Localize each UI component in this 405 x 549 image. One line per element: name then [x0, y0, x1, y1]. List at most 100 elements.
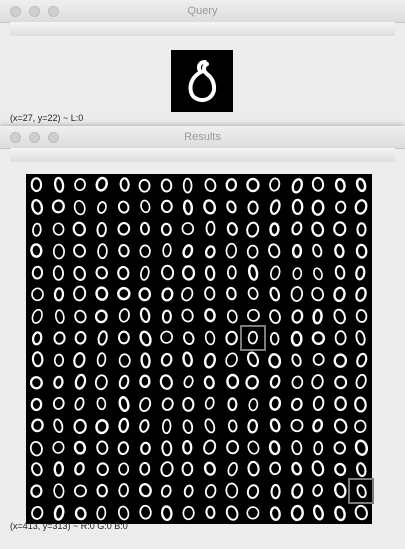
result-digit[interactable]	[286, 502, 308, 524]
result-digit[interactable]	[48, 327, 70, 349]
result-digit[interactable]	[307, 502, 329, 524]
result-digit[interactable]	[221, 283, 243, 305]
result-digit[interactable]	[221, 437, 243, 459]
result-digit[interactable]	[156, 480, 178, 502]
result-digit[interactable]	[113, 437, 135, 459]
result-digit[interactable]	[48, 458, 70, 480]
result-digit[interactable]	[307, 349, 329, 371]
result-digit[interactable]	[350, 415, 372, 437]
result-digit[interactable]	[48, 480, 70, 502]
result-digit[interactable]	[134, 196, 156, 218]
result-digit[interactable]	[286, 415, 308, 437]
result-digit[interactable]	[26, 371, 48, 393]
result-digit[interactable]	[329, 305, 351, 327]
result-digit[interactable]	[69, 327, 91, 349]
result-digit[interactable]	[199, 458, 221, 480]
result-digit[interactable]	[221, 240, 243, 262]
result-digit[interactable]	[69, 480, 91, 502]
result-digit[interactable]	[286, 283, 308, 305]
result-digit[interactable]	[113, 218, 135, 240]
title-bar[interactable]: Query	[0, 0, 405, 23]
result-digit[interactable]	[91, 437, 113, 459]
result-digit[interactable]	[113, 174, 135, 196]
result-digit[interactable]	[199, 262, 221, 284]
result-digit[interactable]	[134, 480, 156, 502]
result-digit[interactable]	[307, 240, 329, 262]
result-digit[interactable]	[286, 327, 308, 349]
result-digit[interactable]	[48, 283, 70, 305]
result-digit[interactable]	[113, 305, 135, 327]
result-digit[interactable]	[329, 327, 351, 349]
result-digit[interactable]	[221, 262, 243, 284]
result-digit[interactable]	[199, 283, 221, 305]
result-digit[interactable]	[69, 218, 91, 240]
result-digit[interactable]	[26, 480, 48, 502]
result-digit[interactable]	[91, 283, 113, 305]
result-digit[interactable]	[242, 393, 264, 415]
result-digit[interactable]	[69, 415, 91, 437]
result-digit[interactable]	[177, 196, 199, 218]
result-digit[interactable]	[329, 283, 351, 305]
result-digit[interactable]	[177, 349, 199, 371]
result-digit[interactable]	[329, 393, 351, 415]
result-digit[interactable]	[26, 196, 48, 218]
result-digit[interactable]	[156, 262, 178, 284]
result-digit[interactable]	[113, 196, 135, 218]
result-digit[interactable]	[91, 262, 113, 284]
result-digit[interactable]	[221, 458, 243, 480]
result-digit[interactable]	[307, 458, 329, 480]
result-digit[interactable]	[156, 196, 178, 218]
result-digit[interactable]	[156, 437, 178, 459]
result-digit[interactable]	[286, 458, 308, 480]
result-digit[interactable]	[69, 349, 91, 371]
result-digit[interactable]	[26, 458, 48, 480]
result-digit[interactable]	[264, 480, 286, 502]
result-digit[interactable]	[242, 458, 264, 480]
result-digit[interactable]	[242, 305, 264, 327]
result-digit[interactable]	[91, 305, 113, 327]
result-digit[interactable]	[69, 371, 91, 393]
result-digit[interactable]	[113, 240, 135, 262]
result-digit[interactable]	[91, 415, 113, 437]
result-digit[interactable]	[242, 349, 264, 371]
result-digit[interactable]	[156, 218, 178, 240]
result-digit[interactable]	[286, 349, 308, 371]
result-digit[interactable]	[91, 240, 113, 262]
result-digit[interactable]	[264, 174, 286, 196]
result-digit[interactable]	[134, 262, 156, 284]
result-digit[interactable]	[329, 349, 351, 371]
result-digit[interactable]	[177, 262, 199, 284]
result-digit[interactable]	[199, 327, 221, 349]
result-digit[interactable]	[242, 218, 264, 240]
result-digit[interactable]	[156, 349, 178, 371]
result-digit[interactable]	[48, 174, 70, 196]
result-digit[interactable]	[242, 196, 264, 218]
result-digit[interactable]	[350, 262, 372, 284]
result-digit[interactable]	[307, 174, 329, 196]
result-digit[interactable]	[199, 393, 221, 415]
result-digit[interactable]	[221, 174, 243, 196]
result-digit[interactable]	[69, 393, 91, 415]
result-digit[interactable]	[134, 393, 156, 415]
result-digit[interactable]	[69, 196, 91, 218]
result-digit[interactable]	[221, 393, 243, 415]
result-digit[interactable]	[307, 262, 329, 284]
result-digit[interactable]	[177, 502, 199, 524]
result-digit[interactable]	[199, 218, 221, 240]
result-digit[interactable]	[242, 415, 264, 437]
result-digit[interactable]	[134, 371, 156, 393]
result-digit[interactable]	[307, 480, 329, 502]
result-digit[interactable]	[177, 305, 199, 327]
result-digit[interactable]	[350, 393, 372, 415]
result-digit[interactable]	[69, 174, 91, 196]
result-digit[interactable]	[48, 415, 70, 437]
result-digit[interactable]	[156, 283, 178, 305]
result-digit[interactable]	[264, 305, 286, 327]
result-digit[interactable]	[48, 349, 70, 371]
result-digit[interactable]	[199, 305, 221, 327]
result-digit[interactable]	[91, 174, 113, 196]
result-digit[interactable]	[199, 502, 221, 524]
result-digit[interactable]	[134, 218, 156, 240]
result-digit[interactable]	[221, 349, 243, 371]
result-digit[interactable]	[48, 218, 70, 240]
